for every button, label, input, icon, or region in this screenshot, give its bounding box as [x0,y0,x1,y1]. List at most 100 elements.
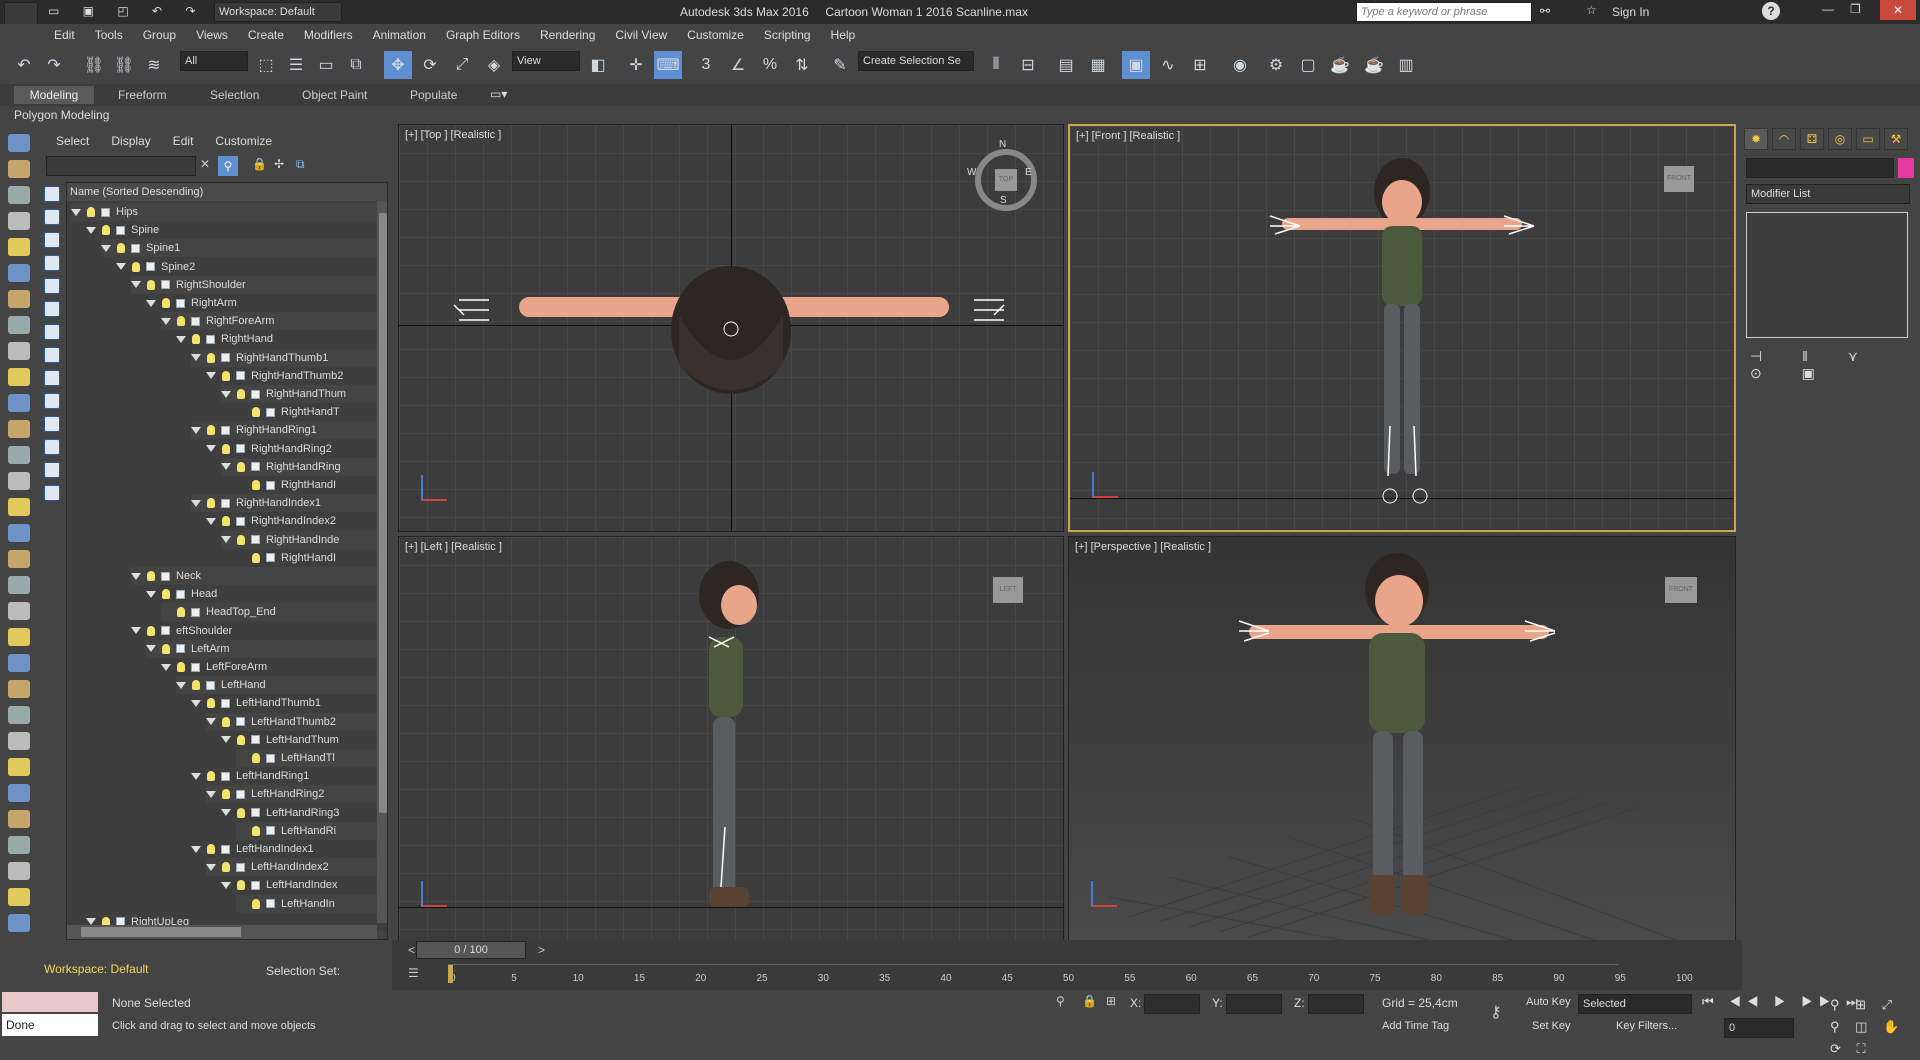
camera-icon[interactable] [8,264,30,282]
menu-customize[interactable]: Customize [677,24,754,46]
hair-icon[interactable] [8,784,30,802]
tree-row[interactable]: Spine1 [101,239,387,258]
visibility-bulb-icon[interactable] [147,625,155,636]
tree-row[interactable]: RightHandIndex2 [206,512,387,530]
display-shapes-icon[interactable] [44,209,60,225]
ball-icon[interactable] [8,836,30,854]
visibility-bulb-icon[interactable] [147,571,155,582]
menu-views[interactable]: Views [186,24,238,46]
object-color-swatch[interactable] [1898,158,1914,178]
expand-toggle-icon[interactable] [146,645,156,653]
utilities-icon[interactable] [8,420,30,438]
time-slider[interactable]: 0 / 100 [416,941,526,959]
window-crossing-icon[interactable]: ⧉ [342,51,370,79]
explorer-menu-customize[interactable]: Customize [215,134,272,148]
expand-toggle-icon[interactable] [191,772,201,780]
quick-access-icons[interactable]: ▭ ▣ ◰ ↶ ↷ [48,4,205,18]
tree-row[interactable]: LeftHandThum [221,731,387,749]
visibility-bulb-icon[interactable] [252,480,260,491]
visibility-bulb-icon[interactable] [162,589,170,600]
display-helpers-icon[interactable] [44,278,60,294]
visibility-bulb-icon[interactable] [252,753,260,764]
help-icon[interactable]: ? [1762,2,1780,20]
visibility-bulb-icon[interactable] [162,643,170,654]
mirror-icon[interactable]: ⫴ [982,51,1010,79]
expand-toggle-icon[interactable] [191,845,201,853]
systems-icon[interactable] [8,342,30,360]
y-coordinate-input[interactable] [1226,994,1282,1014]
align-icon[interactable]: ⊟ [1014,51,1042,79]
tree-row[interactable]: Spine [86,221,387,239]
modifier-stack[interactable] [1746,212,1908,338]
bone-icon[interactable] [8,706,30,724]
display-bones-icon[interactable] [44,370,60,386]
expand-toggle-icon[interactable] [206,517,216,525]
create-tab-icon[interactable]: ✹ [1744,128,1768,150]
bind-space-warp-icon[interactable]: ≋ [140,51,168,79]
scene-explorer-icon[interactable]: ▣ [1122,51,1150,79]
clear-search-icon[interactable]: ✕ [200,157,210,171]
visibility-bulb-icon[interactable] [252,898,260,909]
render-iterative-icon[interactable]: ☕ [1360,51,1388,79]
filter-icon[interactable]: ⚲ [218,156,238,176]
visibility-bulb-icon[interactable] [222,789,230,800]
sun-icon[interactable] [8,602,30,620]
snap-toggle-icon[interactable]: 3 [692,51,720,79]
ribbon-options-icon[interactable]: ▭▾ [490,87,507,101]
modifier-list-dropdown[interactable]: Modifier List [1746,184,1910,204]
visibility-bulb-icon[interactable] [177,662,185,673]
tree-row[interactable]: RightHandIndex1 [191,494,387,513]
explorer-menu-edit[interactable]: Edit [173,134,194,148]
percent-snap-icon[interactable]: % [756,51,784,79]
render-frame-window-icon[interactable]: ▥ [1392,51,1420,79]
visibility-bulb-icon[interactable] [207,425,215,436]
settings-icon[interactable] [8,888,30,906]
list-icon[interactable] [8,186,30,204]
visibility-bulb-icon[interactable] [252,552,260,563]
menu-edit[interactable]: Edit [44,24,85,46]
display-icon[interactable] [8,394,30,412]
expand-toggle-icon[interactable] [191,499,201,507]
object-name-input[interactable] [1746,158,1894,178]
visibility-bulb-icon[interactable] [102,225,110,236]
modify-tab-icon[interactable]: ◠ [1772,128,1796,150]
table-icon[interactable] [8,862,30,880]
sphere-icon[interactable] [8,472,30,490]
visibility-bulb-icon[interactable] [237,389,245,400]
tree-row[interactable]: RightHandInde [221,530,387,549]
isolate-icon[interactable]: ⚲ [1056,994,1065,1008]
tree-row[interactable]: eftShoulder [131,622,387,640]
transform-mode-icon[interactable]: ⊞ [1106,994,1116,1008]
column-header[interactable]: Name (Sorted Descending) [67,183,387,201]
visibility-bulb-icon[interactable] [222,370,230,381]
menu-scripting[interactable]: Scripting [754,24,821,46]
tree-row[interactable]: Hips [71,203,387,221]
visibility-bulb-icon[interactable] [162,298,170,309]
help-icon[interactable] [8,914,30,932]
display-all-icon[interactable] [44,462,60,478]
expand-toggle-icon[interactable] [221,736,231,744]
expand-toggle-icon[interactable] [191,426,201,434]
render-icon[interactable] [8,160,30,178]
menu-civil-view[interactable]: Civil View [605,24,677,46]
selection-lock-icon[interactable]: 🔒 [1082,994,1097,1008]
particle-icon[interactable] [8,654,30,672]
menu-help[interactable]: Help [821,24,866,46]
tree-row[interactable]: LeftHandIndex1 [191,840,387,858]
tree-row[interactable]: LeftHandRing3 [221,804,387,822]
display-none-icon[interactable] [44,485,60,501]
key-icon[interactable]: ⚷ [1490,1002,1502,1022]
auto-key-button[interactable]: Auto Key [1526,996,1571,1008]
search-input[interactable]: Type a keyword or phrase [1356,2,1532,22]
hierarchy-icon[interactable]: ⧉ [296,157,305,172]
tree-row[interactable]: HeadTop_End [161,603,387,622]
tree-row[interactable]: RightHandThumb1 [191,348,387,367]
helpers-icon[interactable] [8,290,30,308]
time-slider-prev[interactable]: < [408,943,415,957]
tree-row[interactable]: LeftHandIndex2 [206,858,387,877]
expand-toggle-icon[interactable] [191,354,201,362]
expand-toggle-icon[interactable] [206,863,216,871]
tree-row[interactable]: LeftHand [176,676,387,695]
expand-toggle-icon[interactable] [176,681,186,689]
tree-row[interactable]: LeftHandRing2 [206,785,387,804]
